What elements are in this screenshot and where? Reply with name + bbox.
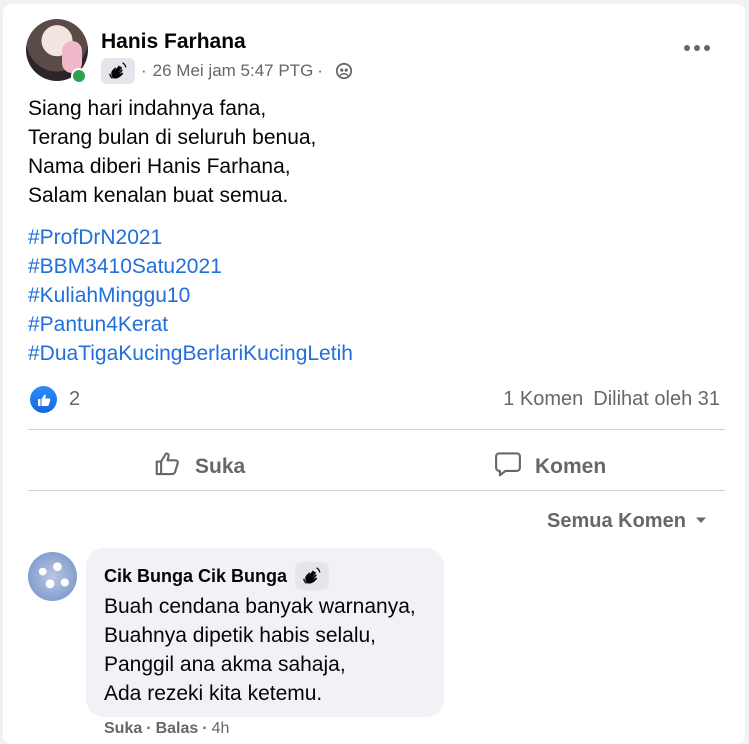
commenter-name[interactable]: Cik Bunga Cik Bunga [104,566,287,587]
thumbs-up-icon [153,449,183,485]
hashtag-link[interactable]: #BBM3410Satu2021 [28,252,353,281]
reaction-summary[interactable]: 2 [30,386,80,413]
meta-separator: · [141,61,147,80]
comment-line: Panggil ana akma sahaja, [104,653,346,676]
wave-hand-icon [295,562,330,590]
hashtag-link[interactable]: #KuliahMinggu10 [28,281,353,310]
comment-actions-separator: · [146,720,152,737]
comment-button-label: Komen [535,455,607,478]
hashtag-link[interactable]: #ProfDrN2021 [28,223,353,252]
comment-line: Buah cendana banyak warnanya, [104,595,416,618]
post-text: Siang hari indahnya fana, Terang bulan d… [28,94,316,210]
hashtag-link[interactable]: #DuaTigaKucingBerlariKucingLetih [28,339,353,368]
divider [28,490,725,491]
comment-like-link[interactable]: Suka [104,720,142,738]
post-line: Terang bulan di seluruh benua, [28,126,317,149]
comment-count[interactable]: 1 Komen [503,388,583,411]
post-date[interactable]: 26 Mei jam 5:47 PTG [153,61,314,81]
comment-reply-link[interactable]: Balas [156,720,199,738]
comment-actions-separator: · [202,720,208,737]
commenter-avatar[interactable] [28,552,77,601]
comment-actions: Suka · Balas · 4h [104,720,229,738]
speech-bubble-icon [493,449,523,485]
friends-globe-icon[interactable] [335,62,353,80]
comment-bubble: Cik Bunga Cik Bunga Buah cendana banyak … [86,548,444,717]
comment-sort-dropdown[interactable]: Semua Komen [547,510,708,533]
comment-time[interactable]: 4h [212,720,230,738]
caret-down-icon [694,510,708,533]
author-name[interactable]: Hanis Farhana [101,30,246,54]
post-stats: 1 Komen Dilihat oleh 31 [503,388,720,411]
like-button-label: Suka [195,455,246,478]
divider [28,429,725,430]
comment-line: Ada rezeki kita ketemu. [104,682,323,705]
meta-separator: · [317,61,323,80]
like-reaction-icon [30,386,57,413]
post-line: Nama diberi Hanis Farhana, [28,155,291,178]
post-line: Salam kenalan buat semua. [28,184,289,207]
comment-text: Buah cendana banyak warnanya, Buahnya di… [104,592,416,708]
comment-header: Cik Bunga Cik Bunga [104,562,330,590]
post-line: Siang hari indahnya fana, [28,97,267,120]
reaction-count: 2 [69,388,81,410]
comment-button[interactable]: Komen [493,449,606,485]
like-button[interactable]: Suka [153,449,245,485]
hashtag-link[interactable]: #Pantun4Kerat [28,310,353,339]
post-card: Hanis Farhana · 26 Mei jam 5:47 PTG · Si… [3,4,745,744]
more-dots-icon[interactable] [679,36,715,60]
hashtag-list: #ProfDrN2021 #BBM3410Satu2021 #KuliahMin… [28,223,353,368]
post-meta: · 26 Mei jam 5:47 PTG · [101,58,353,84]
wave-hand-icon [101,58,135,84]
online-status-dot [71,68,87,84]
comment-line: Buahnya dipetik habis selalu, [104,624,377,647]
view-count[interactable]: Dilihat oleh 31 [593,388,720,411]
sort-label: Semua Komen [547,510,686,532]
